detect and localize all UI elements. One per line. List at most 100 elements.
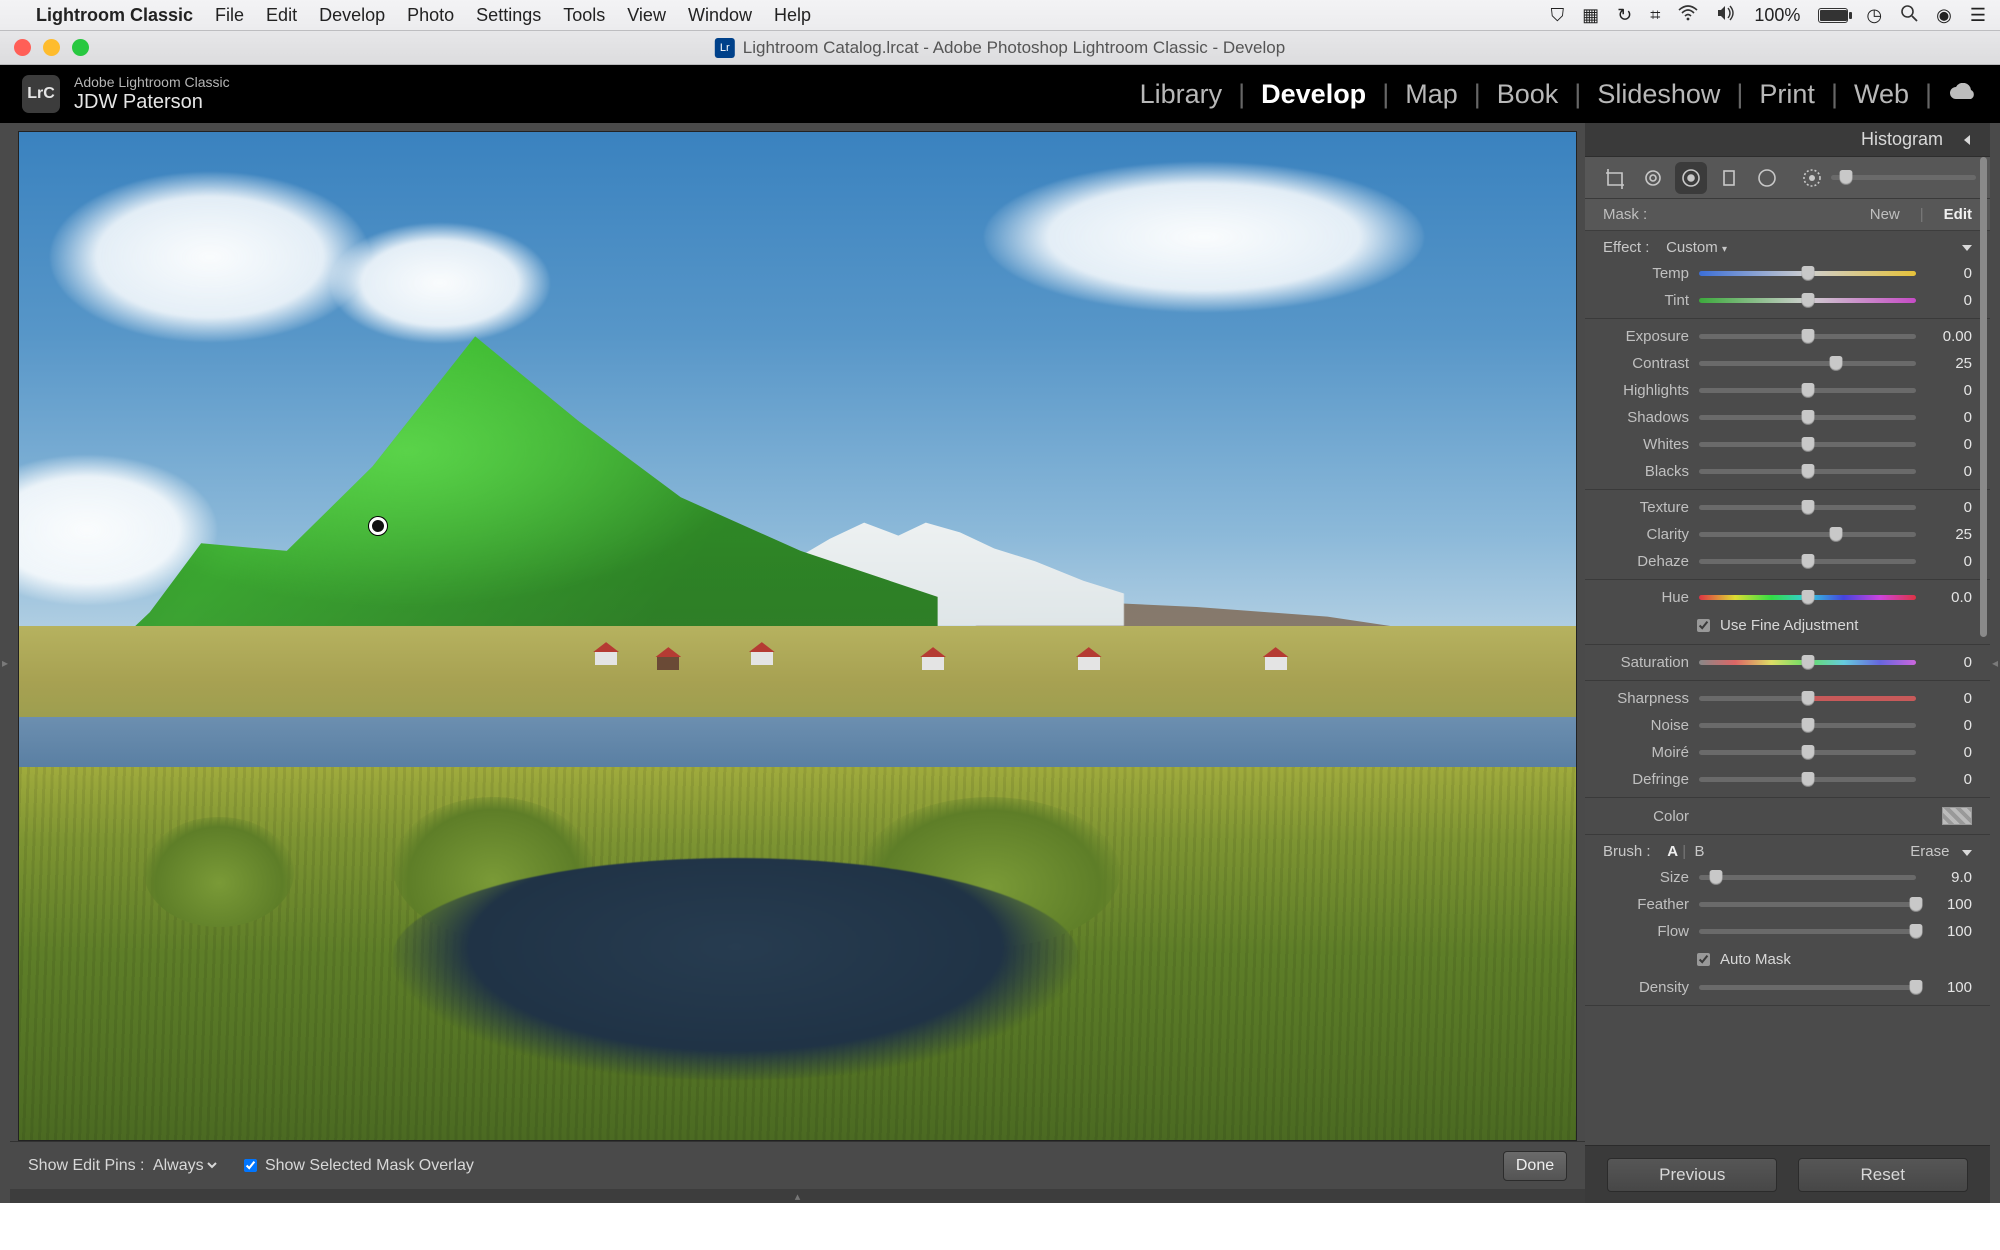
menu-photo[interactable]: Photo xyxy=(407,5,454,26)
brush-a-button[interactable]: A xyxy=(1667,843,1678,860)
reset-button[interactable]: Reset xyxy=(1798,1158,1968,1192)
fine-adjustment-checkbox[interactable]: Use Fine Adjustment xyxy=(1585,611,1990,640)
slider-noise[interactable]: Noise0 xyxy=(1585,712,1990,739)
brush-disclosure-icon[interactable] xyxy=(1962,850,1972,856)
brush-label: Brush : xyxy=(1603,843,1651,860)
battery-icon[interactable] xyxy=(1818,8,1848,23)
module-library[interactable]: Library xyxy=(1140,79,1223,110)
cloud-sync-icon[interactable] xyxy=(1948,79,1978,110)
toolbar: Show Edit Pins : Always Show Selected Ma… xyxy=(10,1141,1585,1189)
filmstrip-handle[interactable] xyxy=(10,1189,1585,1203)
panel-scrollbar[interactable] xyxy=(1978,157,1988,1133)
product-name: Adobe Lightroom Classic xyxy=(74,74,230,90)
effect-preset-select[interactable]: Custom xyxy=(1666,239,1718,256)
slider-feather[interactable]: Feather100 xyxy=(1585,891,1990,918)
lightroom-doc-icon: Lr xyxy=(715,38,735,58)
workspace: ▸ xyxy=(0,123,2000,1203)
brush-size-quickslider[interactable] xyxy=(1801,167,1976,189)
slider-texture[interactable]: Texture0 xyxy=(1585,494,1990,521)
crop-tool-icon[interactable] xyxy=(1599,162,1631,194)
slider-blacks[interactable]: Blacks0 xyxy=(1585,458,1990,485)
slider-sharpness[interactable]: Sharpness0 xyxy=(1585,685,1990,712)
module-map[interactable]: Map xyxy=(1405,79,1458,110)
mask-label: Mask : xyxy=(1603,206,1647,223)
slider-size[interactable]: Size9.0 xyxy=(1585,864,1990,891)
siri-icon[interactable]: ◉ xyxy=(1936,5,1952,26)
effect-disclosure-icon[interactable] xyxy=(1962,245,1972,251)
previous-button[interactable]: Previous xyxy=(1607,1158,1777,1192)
menu-tools[interactable]: Tools xyxy=(563,5,605,26)
module-book[interactable]: Book xyxy=(1497,79,1559,110)
menu-file[interactable]: File xyxy=(215,5,244,26)
slider-defringe[interactable]: Defringe0 xyxy=(1585,766,1990,793)
module-web[interactable]: Web xyxy=(1854,79,1909,110)
color-swatch[interactable] xyxy=(1942,807,1972,825)
window-zoom-button[interactable] xyxy=(72,39,89,56)
notification-center-icon[interactable]: ☰ xyxy=(1970,5,1986,26)
cc-menubar-icon[interactable]: ▦ xyxy=(1582,5,1599,26)
brush-erase-button[interactable]: Erase xyxy=(1910,843,1949,860)
show-mask-overlay-checkbox[interactable]: Show Selected Mask Overlay xyxy=(244,1157,474,1175)
slider-contrast[interactable]: Contrast25 xyxy=(1585,350,1990,377)
show-edit-pins-select[interactable]: Always xyxy=(149,1156,220,1175)
menu-view[interactable]: View xyxy=(627,5,666,26)
brush-tool-icon xyxy=(1801,167,1823,189)
menubar-app-name[interactable]: Lightroom Classic xyxy=(36,5,193,26)
spotlight-icon[interactable] xyxy=(1900,4,1918,27)
slider-temp[interactable]: Temp0 xyxy=(1585,260,1990,287)
menu-develop[interactable]: Develop xyxy=(319,5,385,26)
effect-label: Effect : xyxy=(1603,239,1649,256)
slider-whites[interactable]: Whites0 xyxy=(1585,431,1990,458)
spot-removal-tool-icon[interactable] xyxy=(1637,162,1669,194)
module-print[interactable]: Print xyxy=(1759,79,1815,110)
menu-edit[interactable]: Edit xyxy=(266,5,297,26)
window-close-button[interactable] xyxy=(14,39,31,56)
show-edit-pins-label: Show Edit Pins : xyxy=(28,1157,145,1174)
window-titlebar: Lr Lightroom Catalog.lrcat - Adobe Photo… xyxy=(0,31,2000,65)
menu-help[interactable]: Help xyxy=(774,5,811,26)
mask-new-button[interactable]: New xyxy=(1870,206,1900,223)
right-panel-handle[interactable]: ◂ xyxy=(1990,123,2000,1203)
module-picker-bar: LrC Adobe Lightroom Classic JDW Paterson… xyxy=(0,65,2000,123)
macos-menubar: Lightroom Classic File Edit Develop Phot… xyxy=(0,0,2000,31)
lrc-badge-icon: LrC xyxy=(22,75,60,113)
brush-b-button[interactable]: B xyxy=(1694,843,1704,860)
clock-icon[interactable]: ◷ xyxy=(1866,5,1882,26)
slider-highlights[interactable]: Highlights0 xyxy=(1585,377,1990,404)
slider-exposure[interactable]: Exposure0.00 xyxy=(1585,323,1990,350)
menu-window[interactable]: Window xyxy=(688,5,752,26)
right-panel: Histogram Mask : New | Edit xyxy=(1585,123,1990,1203)
mask-edit-button[interactable]: Edit xyxy=(1944,206,1972,223)
histogram-header[interactable]: Histogram xyxy=(1585,123,1990,157)
module-picker: Library| Develop| Map| Book| Slideshow| … xyxy=(1140,79,1978,110)
red-eye-tool-icon[interactable] xyxy=(1675,162,1707,194)
timemachine-icon[interactable]: ↻ xyxy=(1617,5,1632,26)
menu-settings[interactable]: Settings xyxy=(476,5,541,26)
identity-plate: JDW Paterson xyxy=(74,91,230,114)
auto-mask-checkbox[interactable]: Auto Mask xyxy=(1585,945,1990,974)
slider-moiré[interactable]: Moiré0 xyxy=(1585,739,1990,766)
slider-density[interactable]: Density 100 xyxy=(1585,974,1990,1001)
slider-clarity[interactable]: Clarity25 xyxy=(1585,521,1990,548)
bluetooth-icon[interactable]: ⌗ xyxy=(1650,5,1660,26)
radial-filter-tool-icon[interactable] xyxy=(1751,162,1783,194)
window-minimize-button[interactable] xyxy=(43,39,60,56)
slider-tint[interactable]: Tint0 xyxy=(1585,287,1990,314)
tool-strip xyxy=(1585,157,1990,199)
slider-hue[interactable]: Hue 0.0 xyxy=(1585,584,1990,611)
slider-dehaze[interactable]: Dehaze0 xyxy=(1585,548,1990,575)
done-button[interactable]: Done xyxy=(1503,1151,1567,1181)
adjustment-pin[interactable] xyxy=(369,517,387,535)
shield-icon[interactable]: ⛉ xyxy=(1551,5,1565,26)
slider-flow[interactable]: Flow100 xyxy=(1585,918,1990,945)
left-panel-handle[interactable]: ▸ xyxy=(0,123,10,1203)
slider-shadows[interactable]: Shadows0 xyxy=(1585,404,1990,431)
graduated-filter-tool-icon[interactable] xyxy=(1713,162,1745,194)
slider-saturation[interactable]: Saturation 0 xyxy=(1585,649,1990,676)
window-title: Lightroom Catalog.lrcat - Adobe Photosho… xyxy=(743,38,1285,58)
volume-icon[interactable] xyxy=(1716,5,1736,26)
image-canvas[interactable] xyxy=(18,131,1577,1141)
module-slideshow[interactable]: Slideshow xyxy=(1597,79,1720,110)
wifi-icon[interactable] xyxy=(1678,5,1698,26)
module-develop[interactable]: Develop xyxy=(1261,79,1366,110)
